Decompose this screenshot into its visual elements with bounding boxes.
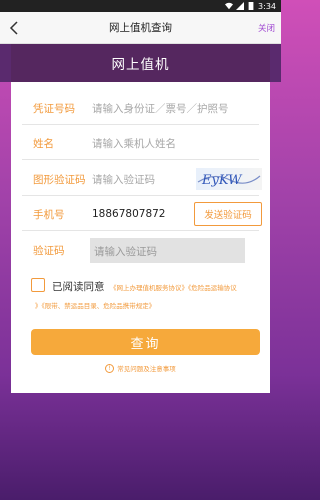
name-label: 姓名 — [33, 137, 54, 150]
nav-bar: 网上值机查询 关闭 — [0, 12, 281, 44]
agree-checkbox[interactable] — [31, 278, 45, 292]
chevron-left-icon — [9, 21, 18, 35]
send-code-button[interactable]: 发送验证码 — [194, 202, 262, 226]
id-row: 凭证号码 请输入身份证／票号／护照号 — [11, 91, 270, 125]
phone-input[interactable]: 18867807872 — [92, 208, 166, 220]
id-label: 凭证号码 — [33, 102, 75, 115]
name-input[interactable]: 请输入乘机人姓名 — [92, 136, 176, 151]
status-bar: 3:34 — [0, 0, 281, 12]
card-title: 网上值机 — [11, 44, 270, 82]
battery-icon — [248, 2, 254, 10]
back-button[interactable] — [4, 18, 24, 38]
divider — [22, 159, 259, 160]
captcha-image[interactable]: EyKW — [196, 168, 262, 190]
captcha-row: 图形验证码 请输入验证码 EyKW — [11, 162, 270, 196]
query-button[interactable]: 查询 — [31, 329, 260, 355]
phone-label: 手机号 — [33, 208, 65, 221]
warning-icon: ! — [105, 363, 115, 373]
close-button[interactable]: 关闭 — [258, 22, 275, 34]
code-label: 验证码 — [33, 244, 65, 257]
agreement-links-2[interactable]: 》《限带、禁运品目录、危险品携带规定》 — [35, 300, 265, 310]
faq-label: 常见问题及注意事项 — [117, 365, 176, 373]
wifi-icon — [225, 2, 234, 10]
divider — [22, 195, 259, 196]
code-input[interactable]: 请输入验证码 — [90, 238, 245, 263]
status-time: 3:34 — [258, 1, 276, 11]
id-input[interactable]: 请输入身份证／票号／护照号 — [92, 101, 229, 116]
signal-icon — [236, 2, 245, 10]
faq-link[interactable]: ! 常见问题及注意事项 — [11, 363, 270, 373]
page-title: 网上值机查询 — [109, 22, 172, 34]
divider — [22, 230, 259, 231]
captcha-text: EyKW — [201, 173, 243, 188]
code-row: 验证码 请输入验证码 — [11, 233, 270, 267]
checkin-card: 网上值机 凭证号码 请输入身份证／票号／护照号 姓名 请输入乘机人姓名 图形验证… — [11, 44, 270, 393]
captcha-input[interactable]: 请输入验证码 — [92, 172, 155, 187]
phone-row: 手机号 18867807872 发送验证码 — [11, 197, 270, 231]
divider — [22, 124, 259, 125]
captcha-label: 图形验证码 — [33, 173, 86, 186]
agreement-links[interactable]: 《网上办理值机服务协议》《危险品运输协议 — [110, 281, 270, 295]
code-placeholder: 请输入验证码 — [94, 246, 157, 258]
name-row: 姓名 请输入乘机人姓名 — [11, 126, 270, 160]
agree-label: 已阅读同意 — [52, 281, 105, 293]
